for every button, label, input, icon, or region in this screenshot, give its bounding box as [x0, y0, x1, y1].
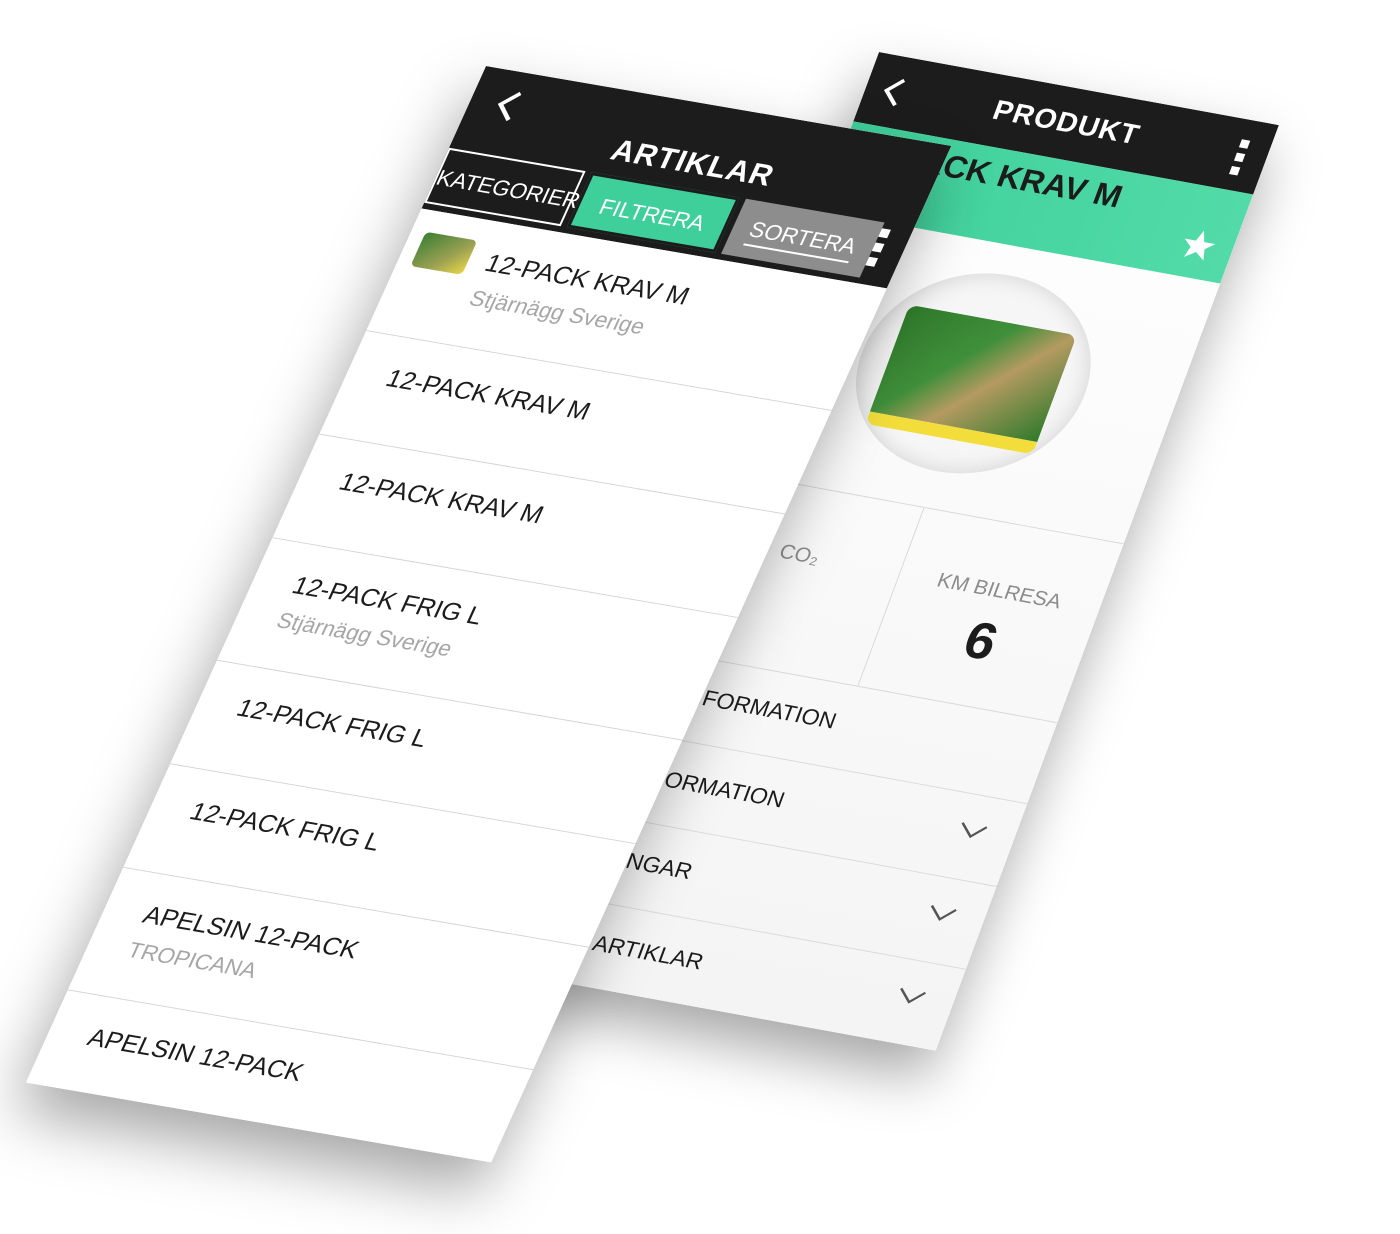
product-image	[865, 304, 1077, 455]
favorite-star-icon[interactable]	[1174, 226, 1221, 269]
item-name: 12-PACK KRAV M	[381, 364, 595, 426]
tab-sortera-label: SORTERA	[743, 216, 861, 264]
item-name: 12-PACK KRAV M	[334, 468, 548, 530]
chevron-down-icon	[954, 821, 989, 847]
product-thumbnail	[410, 231, 478, 275]
chevron-down-icon	[923, 903, 958, 929]
item-name: 12-PACK FRIG L	[232, 694, 433, 753]
item-name: APELSIN 12-PACK	[83, 1023, 308, 1087]
chevron-down-icon	[892, 986, 927, 1012]
item-name: 12-PACK FRIG L	[185, 797, 386, 857]
